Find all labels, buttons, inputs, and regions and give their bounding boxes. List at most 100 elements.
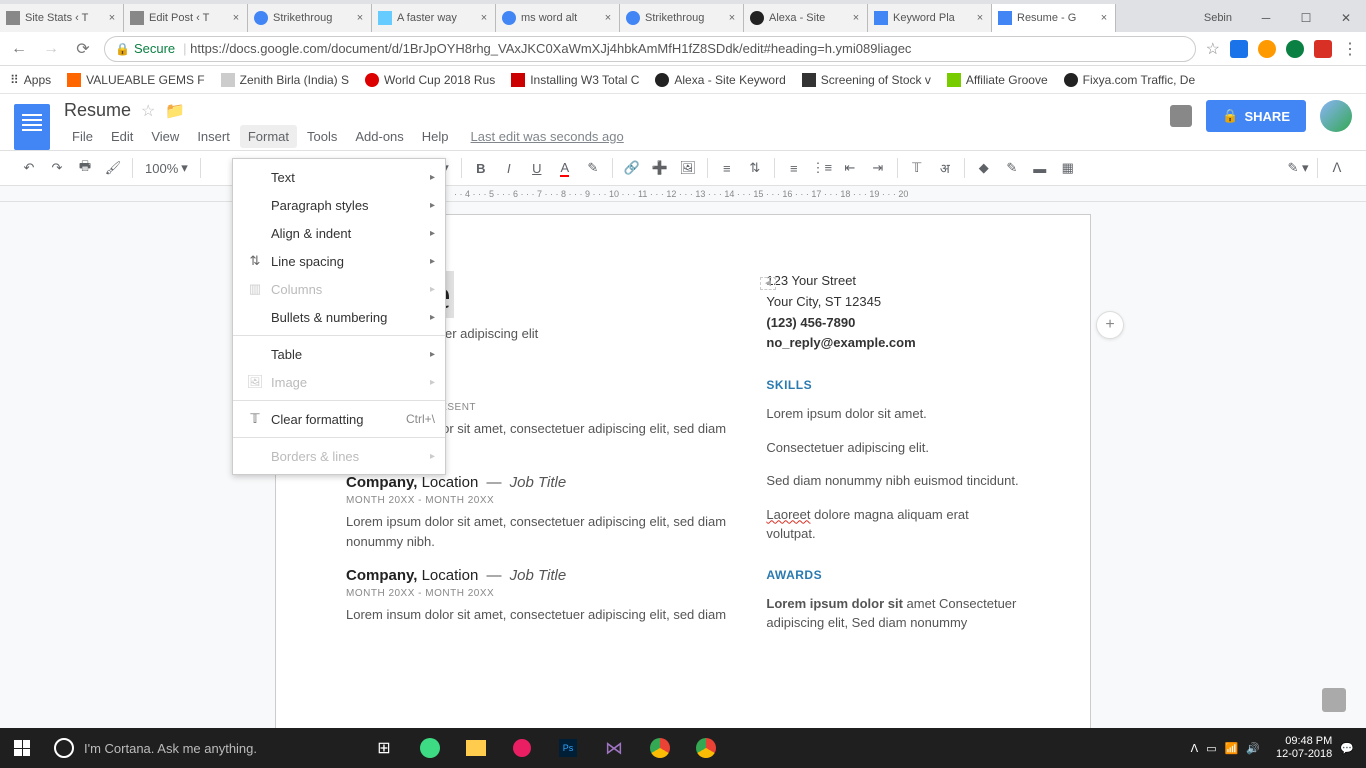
image-button[interactable]: 🖼 [675,155,701,181]
close-icon[interactable]: × [355,13,365,23]
experience-entry[interactable]: Company, Location — Job Title MONTH 20XX… [346,474,726,551]
comment-button[interactable]: ➕ [647,155,673,181]
numbered-list-button[interactable]: ≡ [781,155,807,181]
bookmark-item[interactable]: Affiliate Groove [947,73,1048,87]
close-icon[interactable]: × [603,13,613,23]
close-icon[interactable]: × [727,13,737,23]
menu-align-indent[interactable]: Align & indent▸ [233,219,445,247]
menu-view[interactable]: View [143,125,187,148]
close-icon[interactable]: × [107,13,117,23]
browser-tab[interactable]: Alexa - Site× [744,4,868,32]
browser-tab[interactable]: Strikethroug× [620,4,744,32]
bulleted-list-button[interactable]: ⋮≡ [809,155,835,181]
menu-help[interactable]: Help [414,125,457,148]
browser-tab[interactable]: Edit Post ‹ T× [124,4,248,32]
browser-tab[interactable]: A faster way× [372,4,496,32]
more-button[interactable]: ◆ [971,155,997,181]
menu-clear-formatting[interactable]: 𝕋Clear formattingCtrl+\ [233,405,445,433]
tray-chevron-icon[interactable]: ᐱ [1191,742,1199,755]
menu-addons[interactable]: Add-ons [347,125,411,148]
star-icon[interactable]: ☆ [1206,39,1220,59]
url-input[interactable]: 🔒Secure | https://docs.google.com/docume… [104,36,1196,62]
comments-icon[interactable] [1170,105,1192,127]
bookmark-item[interactable]: Zenith Birla (India) S [221,73,349,87]
close-icon[interactable]: × [479,13,489,23]
zoom-select[interactable]: 100% ▾ [139,160,194,176]
menu-insert[interactable]: Insert [189,125,238,148]
close-icon[interactable]: × [851,13,861,23]
awards-list[interactable]: Lorem ipsum dolor sit amet Consectetuer … [766,594,1020,633]
notifications-icon[interactable]: 💬 [1340,742,1354,755]
bookmark-item[interactable]: Alexa - Site Keyword [655,73,785,87]
paint-format-button[interactable]: 🖌 [100,155,126,181]
print-button[interactable]: 🖶 [72,155,98,181]
file-explorer-icon[interactable] [456,728,496,768]
start-button[interactable] [0,728,44,768]
align-button[interactable]: ≡ [714,155,740,181]
browser-tab[interactable]: Keyword Pla× [868,4,992,32]
skills-heading[interactable]: SKILLS [766,378,1020,392]
browser-tab-active[interactable]: Resume - G× [992,4,1116,32]
close-icon[interactable]: × [231,13,241,23]
close-button[interactable]: ✕ [1326,4,1366,32]
browser-tab[interactable]: ms word alt× [496,4,620,32]
highlight-button[interactable]: ✎ [580,155,606,181]
link-button[interactable]: 🔗 [619,155,645,181]
bookmark-item[interactable]: VALUEABLE GEMS F [67,73,204,87]
extension-icon[interactable] [1258,40,1276,58]
browser-tab[interactable]: Strikethroug× [248,4,372,32]
menu-file[interactable]: File [64,125,101,148]
input-tools-button[interactable]: अ [932,155,958,181]
star-icon[interactable]: ☆ [141,101,155,121]
add-comment-button[interactable]: + [1096,311,1124,339]
network-icon[interactable]: 📶 [1225,742,1239,755]
volume-icon[interactable]: 🔊 [1246,742,1260,755]
menu-tools[interactable]: Tools [299,125,345,148]
reload-button[interactable]: ⟳ [72,38,94,60]
more-button[interactable]: ✎ [999,155,1025,181]
folder-icon[interactable]: 📁 [165,101,185,121]
last-edit-link[interactable]: Last edit was seconds ago [471,129,624,144]
chrome-profile[interactable]: Sebin [1190,12,1246,24]
bookmark-item[interactable]: Installing W3 Total C [511,73,639,87]
bold-button[interactable]: B [468,155,494,181]
document-title[interactable]: Resume [64,100,131,121]
underline-button[interactable]: U [524,155,550,181]
menu-paragraph-styles[interactable]: Paragraph styles▸ [233,191,445,219]
extension-icon[interactable] [1314,40,1332,58]
task-view-icon[interactable]: ⊞ [364,728,404,768]
indent-increase-button[interactable]: ⇥ [865,155,891,181]
cortana-icon[interactable] [54,738,74,758]
editing-mode-button[interactable]: ✎ ▾ [1285,155,1311,181]
hide-menus-button[interactable]: ᐱ [1324,155,1350,181]
cortana-search[interactable]: I'm Cortana. Ask me anything. [84,741,364,756]
menu-text[interactable]: Text▸ [233,163,445,191]
document-canvas[interactable]: ◄ + Name amet, consectetuer adipiscing e… [0,202,1366,730]
menu-icon[interactable]: ⋮ [1342,39,1358,59]
ruler[interactable]: · · 4 · · · 5 · · · 6 · · · 7 · · · 8 · … [0,186,1366,202]
undo-button[interactable]: ↶ [16,155,42,181]
back-button[interactable]: ← [8,38,30,60]
italic-button[interactable]: I [496,155,522,181]
extension-icon[interactable] [1230,40,1248,58]
menu-bullets-numbering[interactable]: Bullets & numbering▸ [233,303,445,331]
chrome-canary-icon[interactable] [686,728,726,768]
apps-button[interactable]: ⠿Apps [10,73,51,87]
bookmark-item[interactable]: World Cup 2018 Rus [365,73,495,87]
battery-icon[interactable]: ▭ [1206,742,1216,755]
bookmark-item[interactable]: Screening of Stock v [802,73,931,87]
taskbar-app-icon[interactable] [410,728,450,768]
minimize-button[interactable]: ─ [1246,4,1286,32]
docs-logo-icon[interactable] [14,104,50,150]
menu-table[interactable]: Table▸ [233,340,445,368]
menu-edit[interactable]: Edit [103,125,141,148]
browser-tab[interactable]: Site Stats ‹ T× [0,4,124,32]
menu-line-spacing[interactable]: ⇅Line spacing▸ [233,247,445,275]
contact-info[interactable]: 123 Your Street Your City, ST 12345 (123… [766,271,1020,354]
explore-button[interactable] [1322,688,1346,712]
close-icon[interactable]: × [975,13,985,23]
clear-format-button[interactable]: 𝕋 [904,155,930,181]
taskbar-app-icon[interactable] [502,728,542,768]
text-color-button[interactable]: A [552,155,578,181]
close-icon[interactable]: × [1099,13,1109,23]
